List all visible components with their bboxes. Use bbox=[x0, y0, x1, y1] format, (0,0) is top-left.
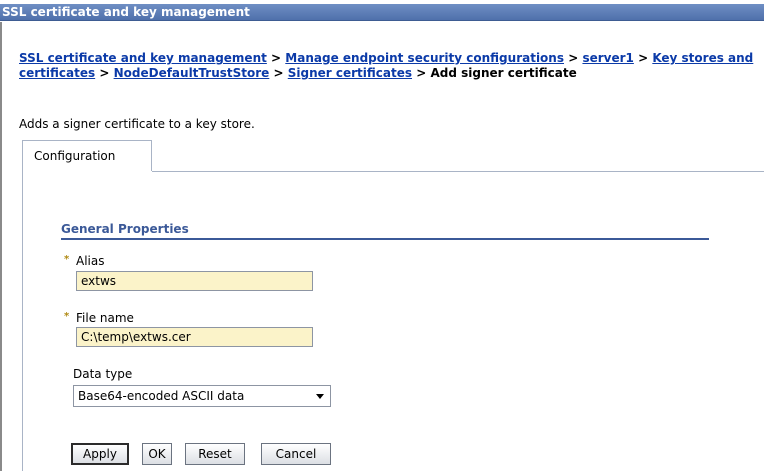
data-type-label: Data type bbox=[73, 367, 133, 381]
data-type-select[interactable]: Base64-encoded ASCII data bbox=[73, 385, 331, 407]
section-divider bbox=[61, 238, 709, 240]
breadcrumb-separator: > bbox=[99, 66, 110, 80]
tab-configuration[interactable]: Configuration bbox=[22, 140, 152, 171]
breadcrumb-link-ssl-management[interactable]: SSL certificate and key management bbox=[19, 51, 267, 65]
reset-button[interactable]: Reset bbox=[185, 443, 245, 465]
section-title-general-properties: General Properties bbox=[61, 222, 189, 236]
breadcrumb-link-server1[interactable]: server1 bbox=[582, 51, 633, 65]
page-description: Adds a signer certificate to a key store… bbox=[19, 117, 255, 131]
alias-label: Alias bbox=[76, 254, 105, 268]
chevron-down-icon[interactable] bbox=[316, 394, 324, 399]
data-type-selected-value: Base64-encoded ASCII data bbox=[78, 389, 245, 403]
cancel-button[interactable]: Cancel bbox=[261, 443, 331, 465]
ok-button[interactable]: OK bbox=[142, 443, 172, 465]
breadcrumb-separator: > bbox=[271, 51, 282, 65]
breadcrumb: SSL certificate and key management > Man… bbox=[19, 51, 763, 81]
required-icon: * bbox=[64, 311, 70, 322]
breadcrumb-link-endpoint-security[interactable]: Manage endpoint security configurations bbox=[285, 51, 564, 65]
breadcrumb-separator: > bbox=[568, 51, 579, 65]
left-border bbox=[0, 22, 2, 471]
apply-button[interactable]: Apply bbox=[71, 443, 129, 465]
file-name-input[interactable] bbox=[76, 327, 313, 347]
breadcrumb-link-signer-certificates[interactable]: Signer certificates bbox=[288, 66, 412, 80]
required-icon: * bbox=[64, 254, 70, 265]
breadcrumb-current: Add signer certificate bbox=[430, 66, 577, 80]
window-title: SSL certificate and key management bbox=[0, 4, 764, 21]
file-name-label: File name bbox=[76, 311, 134, 325]
breadcrumb-link-node-default-truststore[interactable]: NodeDefaultTrustStore bbox=[114, 66, 270, 80]
breadcrumb-separator: > bbox=[416, 66, 427, 80]
breadcrumb-separator: > bbox=[638, 51, 649, 65]
breadcrumb-separator: > bbox=[273, 66, 284, 80]
alias-input[interactable] bbox=[76, 271, 313, 291]
